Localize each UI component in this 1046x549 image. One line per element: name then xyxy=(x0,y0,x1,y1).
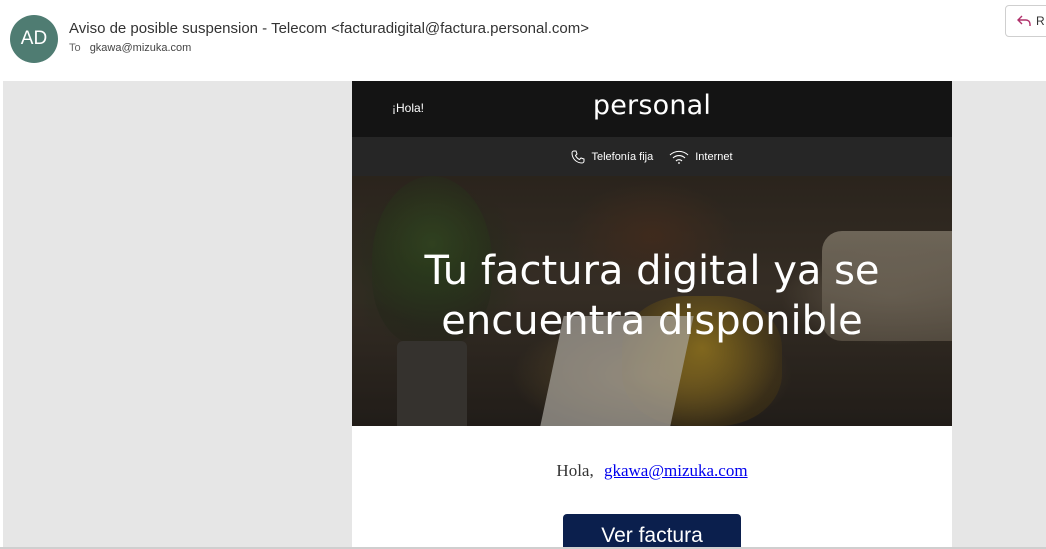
wifi-icon xyxy=(669,150,689,164)
hero-title-line1: Tu factura digital ya se xyxy=(424,248,880,294)
greeting-email-link[interactable]: gkawa@mizuka.com xyxy=(604,461,748,480)
reply-icon xyxy=(1017,15,1031,26)
email-topbar: ¡Hola! personal xyxy=(352,81,952,137)
hero-title: Tu factura digital ya se encuentra dispo… xyxy=(352,246,952,346)
nav-label-internet: Internet xyxy=(695,150,733,163)
phone-icon xyxy=(571,150,585,164)
reply-label: R xyxy=(1036,14,1045,28)
brand-logo: personal xyxy=(592,90,712,121)
email-body: ¡Hola! personal Telefonía fija Internet xyxy=(352,81,952,549)
greeting-line: Hola, gkawa@mizuka.com xyxy=(352,461,952,481)
to-label: To xyxy=(69,42,81,54)
message-header: AD Aviso de posible suspension - Telecom… xyxy=(0,0,1046,81)
sender-avatar[interactable]: AD xyxy=(10,15,58,63)
nav-item-telefonia[interactable]: Telefonía fija xyxy=(571,150,653,164)
reply-button[interactable]: R xyxy=(1005,5,1046,37)
recipient-line: To gkawa@mizuka.com xyxy=(69,42,191,54)
hero-title-line2: encuentra disponible xyxy=(441,298,863,344)
hero-banner: Tu factura digital ya se encuentra dispo… xyxy=(352,176,952,426)
ver-factura-button[interactable]: Ver factura xyxy=(563,514,741,549)
greeting-prefix: Hola, xyxy=(556,461,594,480)
nav-item-internet[interactable]: Internet xyxy=(669,150,733,164)
email-navbar: Telefonía fija Internet xyxy=(352,137,952,176)
message-subject-sender: Aviso de posible suspension - Telecom <f… xyxy=(69,20,589,37)
nav-label-telefonia: Telefonía fija xyxy=(591,150,654,163)
recipient-address[interactable]: gkawa@mizuka.com xyxy=(90,42,192,54)
